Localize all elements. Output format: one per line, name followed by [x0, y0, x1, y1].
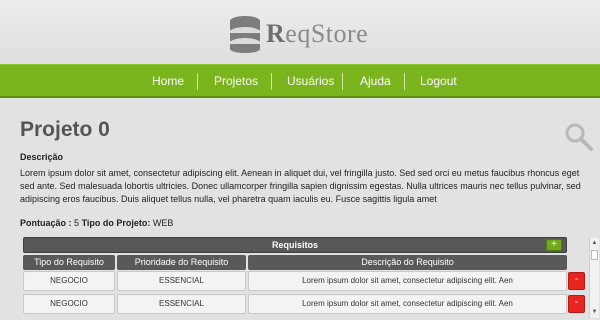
nav-separator: [342, 73, 343, 90]
column-header-descricao: Descrição do Requisito: [248, 255, 567, 270]
app-name: ReqStore: [266, 19, 369, 48]
delete-requirement-button[interactable]: -: [568, 272, 585, 290]
nav-ajuda[interactable]: Ajuda: [360, 65, 391, 97]
project-meta: Pontuação : 5 Tipo do Projeto: WEB: [20, 218, 173, 228]
description-label: Descrição: [20, 152, 64, 162]
cell-prioridade: ESSENCIAL: [117, 294, 246, 314]
nav-separator: [197, 73, 198, 90]
cell-descricao: Lorem ipsum dolor sit amet, consectetur …: [248, 271, 567, 291]
nav-home[interactable]: Home: [152, 65, 184, 97]
app-logo[interactable]: ReqStore: [228, 14, 368, 54]
requirements-header: Requisitos +: [23, 237, 567, 253]
nav-usuarios[interactable]: Usuários: [287, 65, 334, 97]
score-label: Pontuação :: [20, 218, 72, 228]
column-header-tipo: Tipo do Requisito: [23, 255, 115, 270]
cell-tipo: NEGOCIO: [23, 271, 115, 291]
scrollbar[interactable]: ▲ ▼: [589, 238, 599, 318]
nav-separator: [271, 73, 272, 90]
column-header-prioridade: Prioridade do Requisito: [117, 255, 246, 270]
requirements-title: Requisitos: [271, 240, 318, 250]
page-title: Projeto 0: [20, 118, 110, 141]
add-requirement-button[interactable]: +: [546, 239, 562, 251]
scroll-down-icon[interactable]: ▼: [590, 308, 599, 316]
cell-tipo: NEGOCIO: [23, 294, 115, 314]
score-value: 5: [74, 218, 80, 228]
project-description: Lorem ipsum dolor sit amet, consectetur …: [20, 168, 581, 204]
type-label: Tipo do Projeto:: [81, 218, 151, 228]
main-nav: Home Projetos Usuários Ajuda Logout: [0, 64, 600, 98]
scroll-thumb[interactable]: [591, 250, 598, 260]
type-value: WEB: [152, 218, 174, 228]
delete-requirement-button[interactable]: -: [568, 295, 585, 313]
app-header: ReqStore: [0, 0, 600, 64]
cell-prioridade: ESSENCIAL: [117, 271, 246, 291]
nav-projetos[interactable]: Projetos: [214, 65, 258, 97]
database-icon: [230, 16, 260, 53]
scroll-up-icon[interactable]: ▲: [590, 239, 599, 247]
cell-descricao: Lorem ipsum dolor sit amet, consectetur …: [248, 294, 567, 314]
magnifier-icon[interactable]: [564, 122, 594, 157]
nav-separator: [404, 73, 405, 90]
nav-logout[interactable]: Logout: [420, 65, 457, 97]
